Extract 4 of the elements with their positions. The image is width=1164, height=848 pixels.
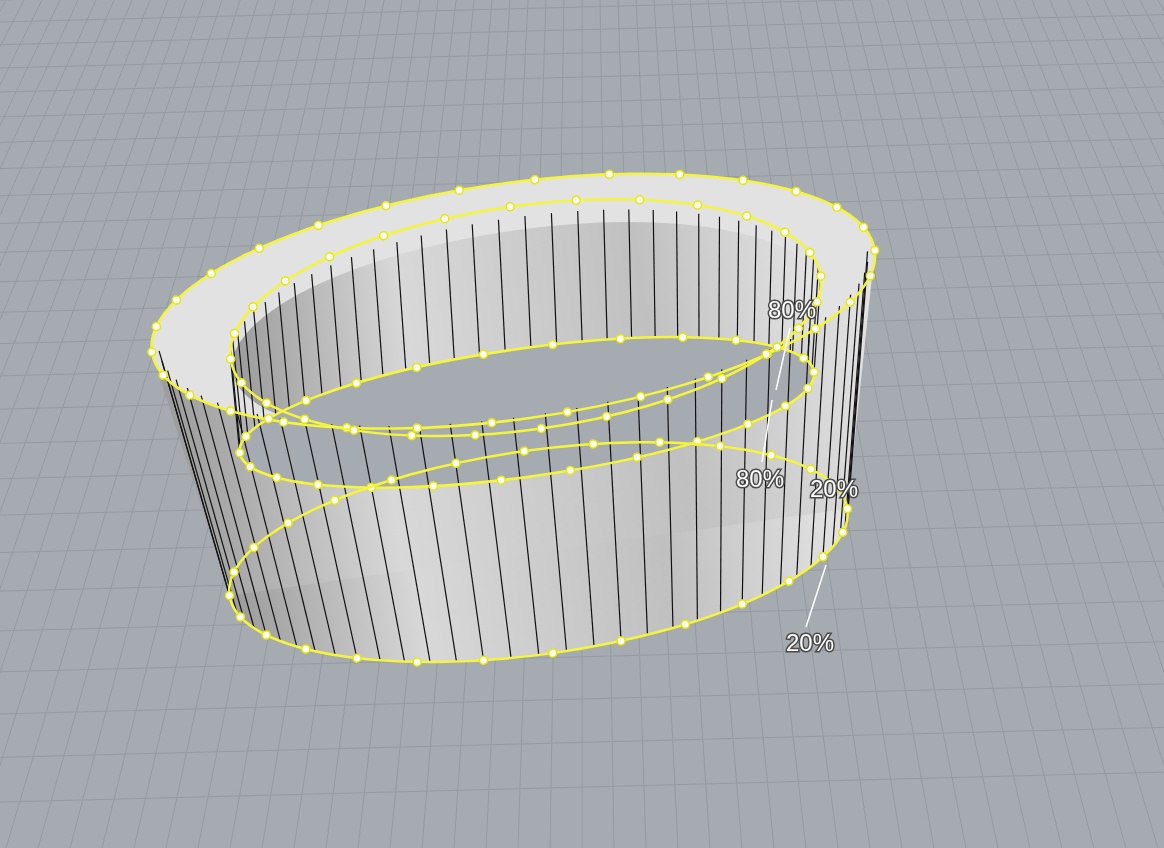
leader-line (775, 327, 791, 391)
percentage-label: 20% (786, 629, 834, 656)
leader-line (805, 564, 827, 628)
leader-line (761, 399, 773, 463)
